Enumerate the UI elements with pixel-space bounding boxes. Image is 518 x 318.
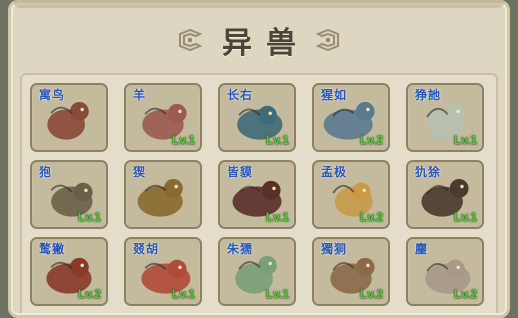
- beast-level: Lv.2: [359, 287, 383, 301]
- beast-card[interactable]: 麈 Lv.2: [406, 237, 484, 306]
- beast-card[interactable]: 皆貘 Lv.1: [218, 160, 296, 229]
- beast-card[interactable]: 猰: [124, 160, 202, 229]
- beast-grid: 寓鸟 羊 Lv.1 长右 Lv.1 猩如 Lv.2 狰訑 Lv.1 狍 Lv.1…: [30, 83, 490, 313]
- beast-name: 麈: [415, 242, 429, 256]
- page-title: 异兽: [222, 26, 310, 61]
- beast-card[interactable]: 孟极 Lv.2: [312, 160, 390, 229]
- left-ornament-icon: [179, 28, 203, 52]
- panel-top-strip: [14, 0, 504, 8]
- beast-level: Lv.1: [171, 133, 195, 147]
- beast-card[interactable]: 羊 Lv.1: [124, 83, 202, 152]
- beast-name: 皆貘: [227, 165, 254, 179]
- beast-name: 獨狪: [321, 242, 348, 256]
- beast-level: Lv.1: [171, 287, 195, 301]
- beast-card[interactable]: 长右 Lv.1: [218, 83, 296, 152]
- beast-level: Lv.1: [453, 133, 477, 147]
- beast-name: 鹜獙: [39, 242, 66, 256]
- beast-name: 犰狳: [415, 165, 442, 179]
- beast-name: 叕胡: [133, 242, 160, 256]
- beast-name: 羊: [133, 88, 147, 102]
- beast-level: Lv.2: [453, 287, 477, 301]
- beast-name: 长右: [227, 88, 254, 102]
- beast-card[interactable]: 叕胡 Lv.1: [124, 237, 202, 306]
- beast-level: Lv.2: [359, 133, 383, 147]
- right-ornament-icon: [315, 28, 339, 52]
- beast-card[interactable]: 狰訑 Lv.1: [406, 83, 484, 152]
- beast-level: Lv.1: [265, 133, 289, 147]
- beast-name: 狍: [39, 165, 53, 179]
- beast-card[interactable]: 朱獳 Lv.1: [218, 237, 296, 306]
- beast-level: Lv.1: [453, 210, 477, 224]
- beast-level: Lv.1: [265, 210, 289, 224]
- beast-name: 猩如: [321, 88, 348, 102]
- beast-name: 寓鸟: [39, 88, 66, 102]
- beast-card[interactable]: 猩如 Lv.2: [312, 83, 390, 152]
- beast-level: Lv.2: [77, 287, 101, 301]
- beast-card[interactable]: 獨狪 Lv.2: [312, 237, 390, 306]
- beast-name: 猰: [133, 165, 147, 179]
- beast-card[interactable]: 寓鸟: [30, 83, 108, 152]
- beast-level: Lv.2: [359, 210, 383, 224]
- beast-level: Lv.1: [265, 287, 289, 301]
- beast-level: Lv.1: [77, 210, 101, 224]
- beast-name: 孟极: [321, 165, 348, 179]
- beast-card[interactable]: 狍 Lv.1: [30, 160, 108, 229]
- beast-card[interactable]: 鹜獙 Lv.2: [30, 237, 108, 306]
- beast-name: 朱獳: [227, 242, 254, 256]
- beast-name: 狰訑: [415, 88, 442, 102]
- beast-card[interactable]: 犰狳 Lv.1: [406, 160, 484, 229]
- title-bar: 异兽: [0, 18, 518, 62]
